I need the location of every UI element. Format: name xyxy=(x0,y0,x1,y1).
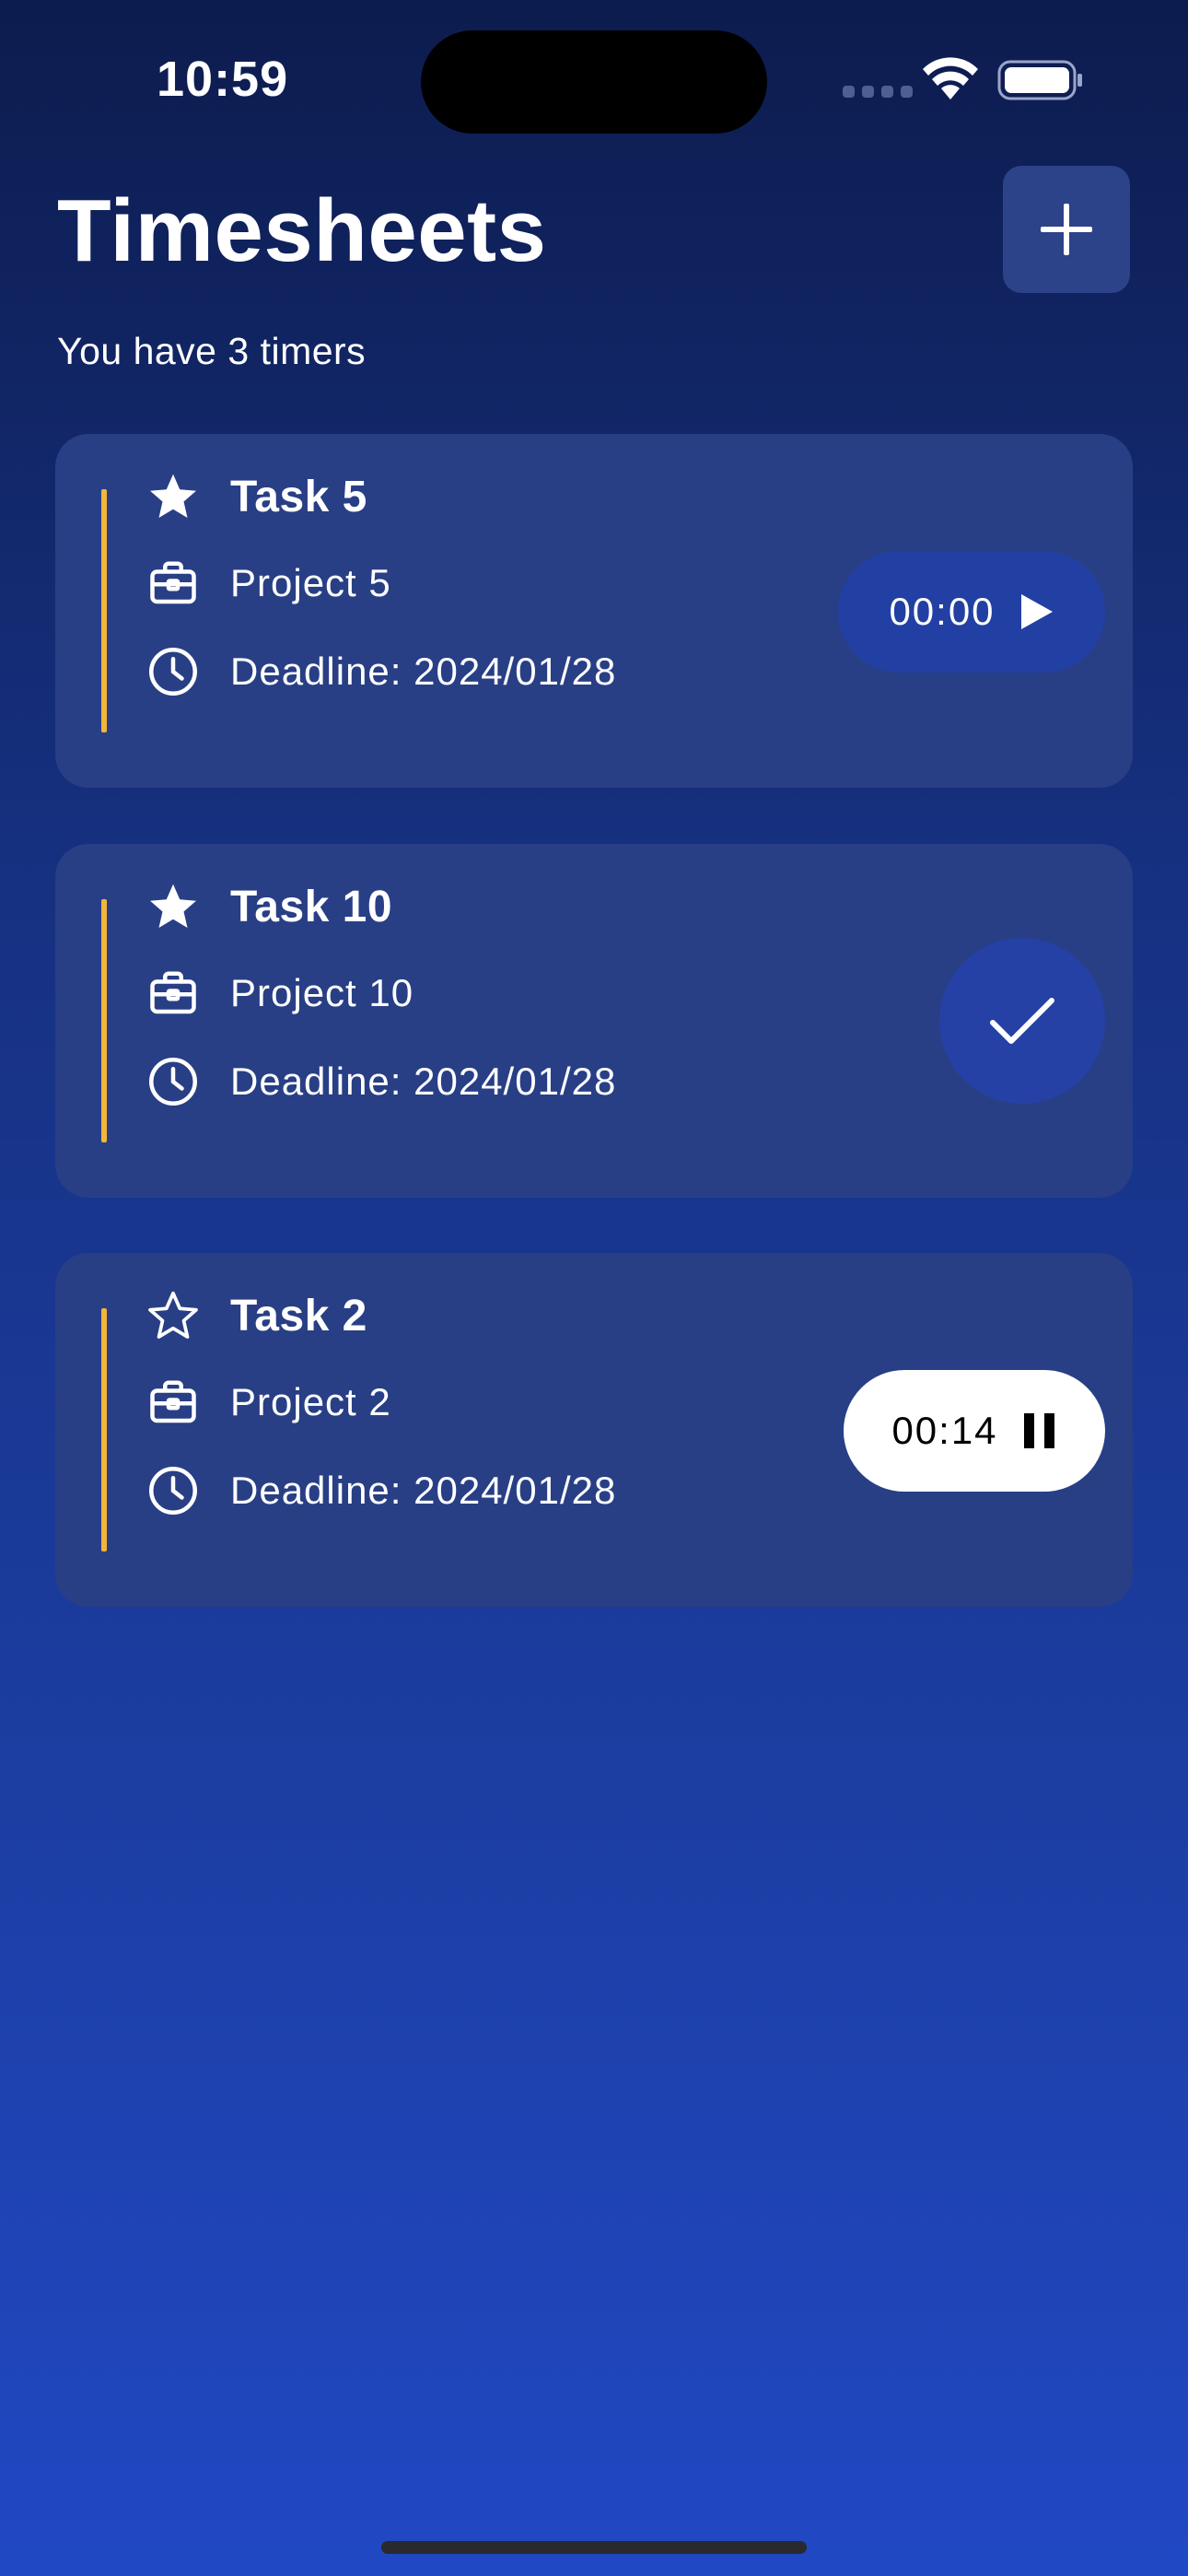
wifi-icon xyxy=(923,57,978,100)
dynamic-island xyxy=(421,30,767,134)
timer-value: 00:14 xyxy=(891,1409,998,1452)
checkmark-icon xyxy=(990,998,1054,1044)
clock-icon xyxy=(144,642,203,701)
briefcase-icon xyxy=(144,1373,203,1432)
timer-value: 00:00 xyxy=(889,590,996,633)
briefcase-icon xyxy=(144,964,203,1023)
task-project: Project 10 xyxy=(230,971,414,1014)
task-project: Project 5 xyxy=(230,561,391,604)
task-accent-bar xyxy=(101,489,107,732)
start-timer-button[interactable]: 00:00 xyxy=(838,551,1105,673)
star-filled-icon[interactable] xyxy=(144,467,203,526)
task-title: Task 5 xyxy=(230,472,367,521)
briefcase-icon xyxy=(144,554,203,613)
task-title: Task 10 xyxy=(230,882,393,931)
task-project: Project 2 xyxy=(230,1380,391,1423)
task-card[interactable]: Task 5 Project 5 Deadline: 2024/01/28 00… xyxy=(55,434,1133,788)
completed-button[interactable] xyxy=(939,938,1105,1104)
task-card[interactable]: Task 2 Project 2 Deadline: 2024/01/28 00… xyxy=(55,1253,1133,1607)
task-card[interactable]: Task 10 Project 10 Deadline: 2024/01/28 xyxy=(55,844,1133,1198)
status-time: 10:59 xyxy=(157,52,289,107)
star-filled-icon[interactable] xyxy=(144,877,203,936)
pause-icon xyxy=(1023,1413,1054,1448)
task-deadline: Deadline: 2024/01/28 xyxy=(230,1469,617,1512)
home-indicator[interactable] xyxy=(381,2541,807,2554)
timer-count: You have 3 timers xyxy=(57,330,367,372)
task-accent-bar xyxy=(101,899,107,1142)
cellular-signal-icon xyxy=(843,86,913,98)
clock-icon xyxy=(144,1052,203,1111)
clock-icon xyxy=(144,1461,203,1520)
add-timer-button[interactable] xyxy=(1003,166,1130,293)
task-title: Task 2 xyxy=(230,1291,367,1341)
pause-timer-button[interactable]: 00:14 xyxy=(844,1370,1105,1492)
play-icon xyxy=(1020,594,1053,629)
star-outline-icon[interactable] xyxy=(144,1286,203,1345)
page-title: Timesheets xyxy=(57,181,547,280)
plus-icon xyxy=(1041,204,1092,255)
battery-icon xyxy=(997,60,1082,100)
task-deadline: Deadline: 2024/01/28 xyxy=(230,1060,617,1103)
task-accent-bar xyxy=(101,1308,107,1551)
task-deadline: Deadline: 2024/01/28 xyxy=(230,650,617,693)
